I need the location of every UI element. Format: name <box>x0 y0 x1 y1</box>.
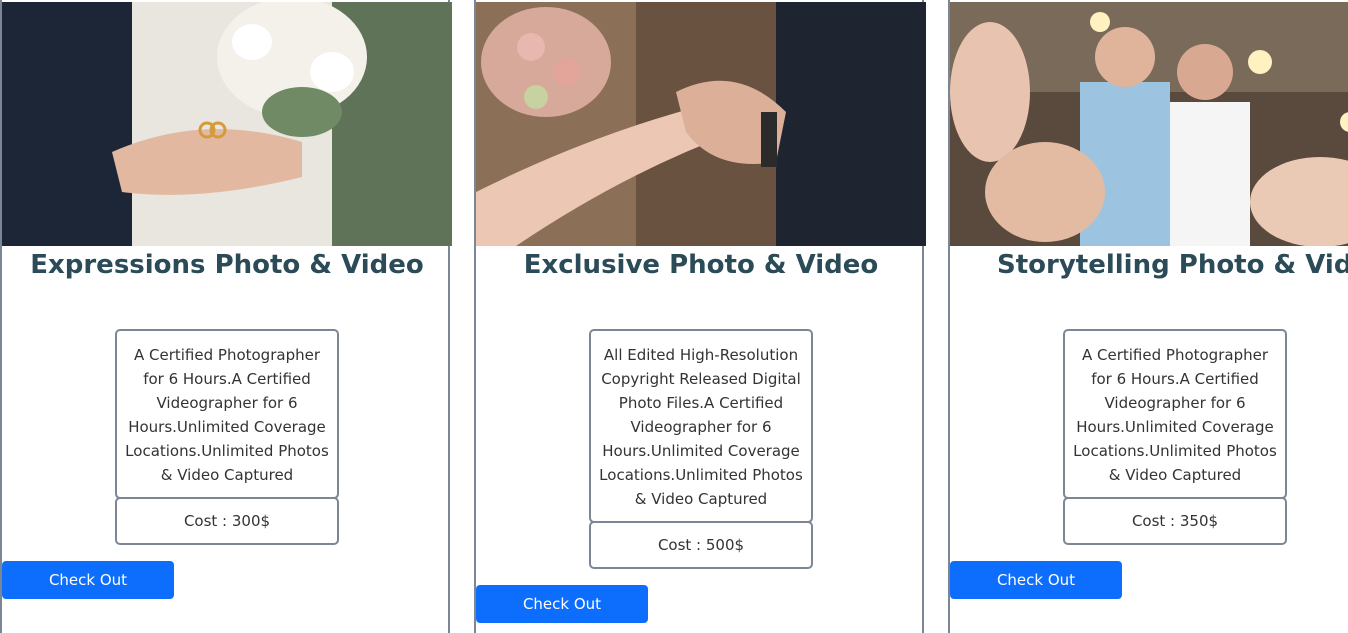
package-cost: Cost : 500$ <box>589 521 813 569</box>
package-description: A Certified Photographer for 6 Hours.A C… <box>115 329 339 499</box>
check-out-button[interactable]: Check Out <box>2 561 174 599</box>
package-title: Exclusive Photo & Video <box>523 250 879 280</box>
package-description: All Edited High-Resolution Copyright Rel… <box>589 329 813 523</box>
package-description: A Certified Photographer for 6 Hours.A C… <box>1063 329 1287 499</box>
package-cards: Expressions Photo & Video A Certified Ph… <box>0 0 1348 633</box>
package-title: Expressions Photo & Video <box>30 250 424 280</box>
package-title: Storytelling Photo & Video <box>997 250 1348 280</box>
package-cost: Cost : 300$ <box>115 497 339 545</box>
check-out-button[interactable]: Check Out <box>950 561 1122 599</box>
package-cost: Cost : 350$ <box>1063 497 1287 545</box>
package-card-storytelling: Storytelling Photo & Video A Certified P… <box>948 0 1348 633</box>
sparklers-couple-photo <box>950 2 1348 246</box>
holding-hands-photo <box>476 2 926 246</box>
wedding-rings-photo <box>2 2 452 246</box>
check-out-button[interactable]: Check Out <box>476 585 648 623</box>
package-card-expressions: Expressions Photo & Video A Certified Ph… <box>0 0 452 633</box>
package-card-exclusive: Exclusive Photo & Video All Edited High-… <box>474 0 926 633</box>
